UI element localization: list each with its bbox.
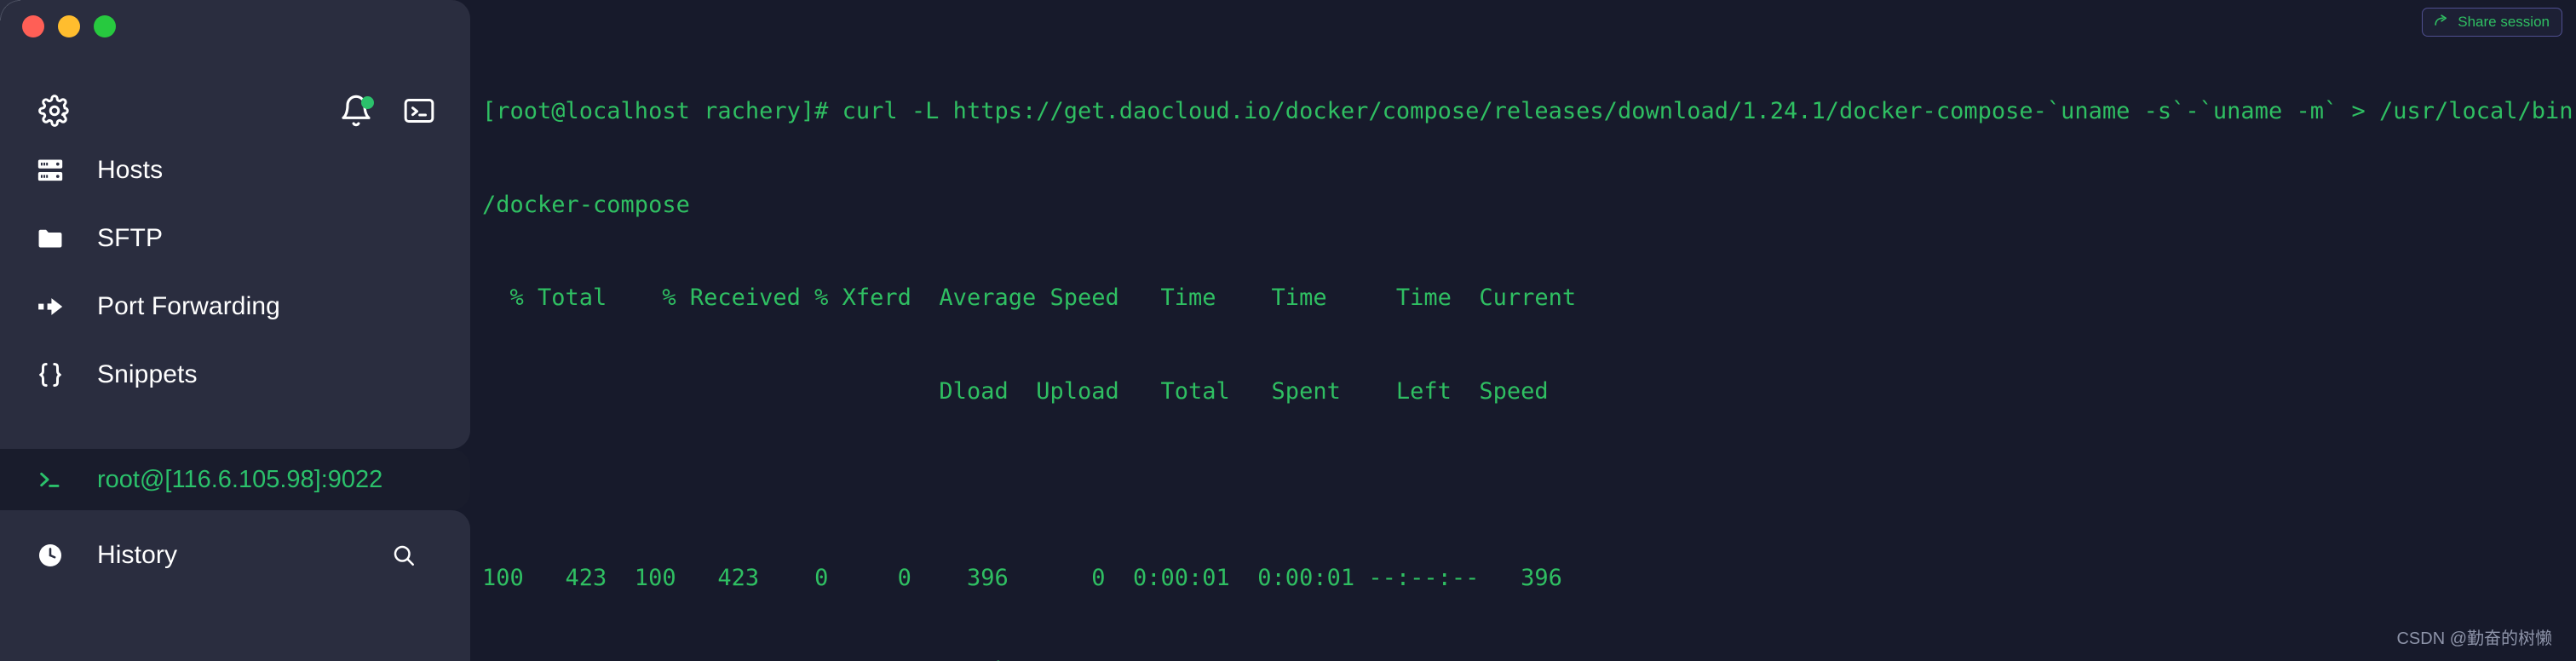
search-icon[interactable] [387, 538, 421, 572]
sidebar-nav: Hosts SFTP Port Forwarding Snippets [0, 136, 470, 409]
terminal-line: [root@localhost rachery]# curl -L https:… [482, 98, 2573, 124]
watermark: CSDN @勤奋的树懒 [2396, 629, 2552, 648]
settings-button[interactable] [36, 94, 73, 131]
share-session-button[interactable]: Share session [2422, 8, 2562, 37]
sidebar-item-label: Hosts [97, 156, 164, 184]
sidebar-item-port-forwarding[interactable]: Port Forwarding [0, 273, 470, 341]
app-window: Hosts SFTP Port Forwarding Snippets root… [0, 0, 2576, 661]
window-controls [22, 15, 116, 37]
close-button[interactable] [22, 15, 44, 37]
terminal-line: /docker-compose [482, 191, 690, 218]
terminal-output: [root@localhost rachery]# curl -L https:… [482, 34, 2576, 661]
maximize-button[interactable] [94, 15, 116, 37]
server-icon [36, 156, 73, 185]
sidebar-header [0, 89, 470, 136]
history-label: History [97, 541, 178, 569]
braces-icon [36, 360, 73, 389]
sidebar-item-hosts[interactable]: Hosts [0, 136, 470, 204]
terminal-icon [402, 94, 436, 132]
notification-badge [361, 96, 374, 109]
sidebar-item-session[interactable]: root@[116.6.105.98]:9022 [0, 449, 470, 510]
bell-icon [339, 94, 377, 131]
sidebar-item-label: Port Forwarding [97, 292, 280, 320]
sidebar: Hosts SFTP Port Forwarding Snippets root… [0, 0, 470, 661]
share-arrow-icon [2433, 12, 2449, 32]
terminal-line: % Total % Received % Xferd Average Speed… [482, 285, 1577, 311]
terminal-line: 100 15.4M 100 15.4M 0 0 6784k 0 0:00:02 … [482, 656, 2576, 661]
clock-icon [36, 541, 73, 570]
sidebar-item-snippets[interactable]: Snippets [0, 341, 470, 409]
minimize-button[interactable] [58, 15, 80, 37]
sidebar-item-label: SFTP [97, 224, 164, 252]
sidebar-item-sftp[interactable]: SFTP [0, 204, 470, 273]
terminal-prompt-icon [36, 466, 73, 493]
port-forwarding-icon [36, 292, 73, 321]
terminal-line: 100 423 100 423 0 0 396 0 0:00:01 0:00:0… [482, 564, 1562, 591]
sidebar-item-history[interactable]: History [0, 526, 470, 585]
folder-icon [36, 224, 73, 253]
notifications-button[interactable] [339, 94, 377, 131]
share-session-label: Share session [2458, 14, 2550, 30]
gear-icon [38, 94, 71, 131]
terminal-panel[interactable]: Share session [root@localhost rachery]# … [470, 0, 2576, 661]
terminal-line: Dload Upload Total Spent Left Speed [482, 377, 1549, 405]
session-label: root@[116.6.105.98]:9022 [97, 465, 383, 493]
new-terminal-button[interactable] [400, 94, 438, 131]
sidebar-item-label: Snippets [97, 360, 198, 388]
